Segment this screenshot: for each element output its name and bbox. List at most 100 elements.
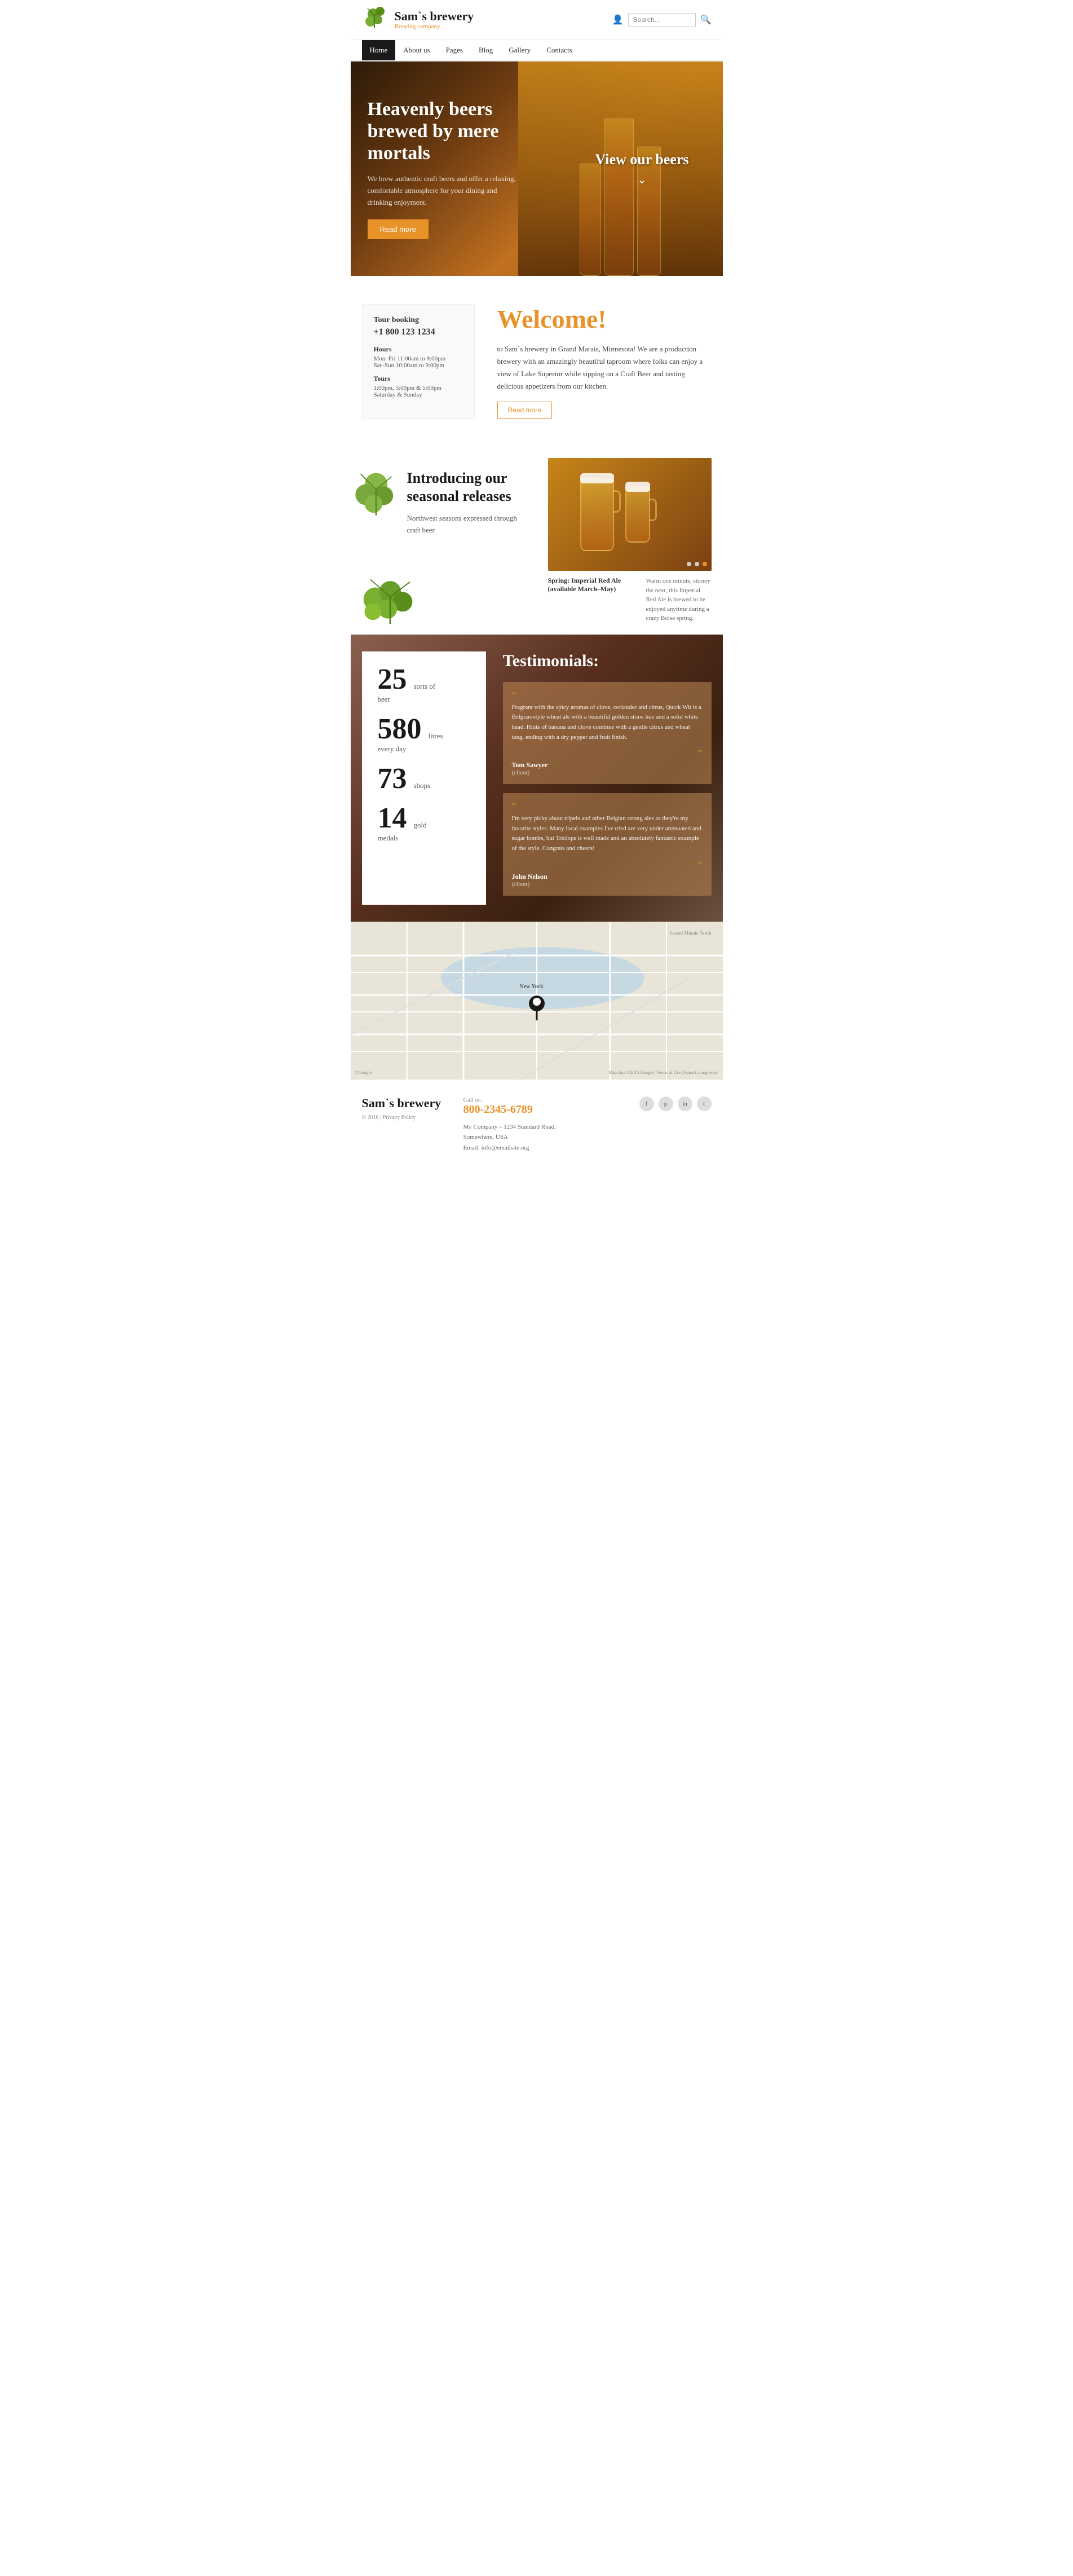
view-beers-cta[interactable]: View our beers ⌄ (595, 151, 688, 187)
stat-row-medals: 14 goldmedals (378, 804, 470, 843)
seasonal-carousel: Spring: Imperial Red Ale (available Marc… (548, 458, 712, 623)
testimonial-text-1: Fragrant with the spicy aromas of clove,… (512, 703, 703, 742)
footer-logo-name: Sam`s brewery (362, 1097, 452, 1110)
testimonial-role-1: (client) (512, 769, 703, 776)
nav-pages[interactable]: Pages (438, 40, 471, 60)
footer-email: Email: info@emailsite.org (463, 1144, 529, 1151)
map-new-york-label: New York (520, 984, 544, 990)
testimonial-role-2: (client) (512, 881, 703, 888)
carousel-dot-1[interactable] (687, 562, 691, 566)
nav-contacts[interactable]: Contacts (538, 40, 580, 60)
header: Sam`s brewery Brewing company 👤 🔍 (351, 0, 723, 40)
nav-blog[interactable]: Blog (471, 40, 501, 60)
stat-number-medals: 14 (378, 802, 407, 834)
logo-name: Sam`s brewery (395, 10, 474, 23)
stats-box: 25 sorts ofbeer 580 litresevery day 73 s… (362, 651, 486, 905)
beer-mug-large (580, 478, 614, 551)
testimonial-author-2: John Nelson (512, 873, 703, 881)
main-nav: Home About us Pages Blog Gallery Contact… (351, 40, 723, 61)
hours-label: Hours (374, 345, 463, 354)
hero-content: Heavenly beers brewed by mere mortals We… (351, 76, 537, 262)
map-section: Map Satellite (351, 922, 723, 1080)
welcome-read-more-button[interactable]: Read more (497, 402, 552, 419)
quote-open-2: " (512, 801, 703, 814)
nav-gallery[interactable]: Gallery (501, 40, 538, 60)
stat-label-shops: shops (414, 781, 431, 790)
footer-phone: 800-2345-6789 (463, 1103, 628, 1116)
view-beers-arrow: ⌄ (595, 173, 688, 187)
logo-text: Sam`s brewery Brewing company (395, 10, 474, 30)
hops-logo-icon (362, 6, 390, 34)
user-icon[interactable]: 👤 (612, 14, 624, 25)
beer-mug-visual (548, 458, 682, 571)
social-twitter-icon[interactable]: t (697, 1097, 712, 1111)
tour-phone: +1 800 123 1234 (374, 327, 463, 337)
footer: Sam`s brewery © 2016 | Privacy Policy Ca… (351, 1080, 723, 1170)
footer-social: f p in t (639, 1097, 712, 1111)
hero-title: Heavenly beers brewed by mere mortals (368, 98, 520, 164)
hero-read-more-button[interactable]: Read more (368, 219, 429, 239)
footer-address: My Company – 1234 Standard Road, Somewhe… (463, 1122, 628, 1153)
tours-label: Tours (374, 375, 463, 383)
carousel-dot-3[interactable] (703, 562, 707, 566)
nav-home[interactable]: Home (362, 40, 396, 60)
carousel-dots (682, 557, 712, 571)
map-attribution: Map data ©2015 Google | Terms of Use | R… (608, 1070, 718, 1075)
carousel-dot-2[interactable] (695, 562, 699, 566)
stat-row-beer: 25 sorts ofbeer (378, 665, 470, 704)
welcome-section: Tour booking +1 800 123 1234 Hours Mon–F… (351, 276, 723, 447)
map-scale: ©Google (355, 1070, 372, 1075)
seasonal-image (548, 458, 712, 571)
header-right: 👤 🔍 (474, 13, 711, 27)
logo-sub: Brewing company (395, 23, 474, 30)
logo-area: Sam`s brewery Brewing company (362, 6, 474, 34)
stat-number-shops: 73 (378, 763, 407, 795)
mug-foam-small (625, 482, 650, 492)
hours-weekend: Sat–Sun 10:00am to 9:00pm (374, 362, 463, 369)
testimonial-card-1: " Fragrant with the spicy aromas of clov… (503, 682, 712, 784)
testimonial-text-2: I'm very picky about tripels and other B… (512, 814, 703, 853)
testimonial-card-2: " I'm very picky about tripels and other… (503, 793, 712, 895)
footer-logo-area: Sam`s brewery © 2016 | Privacy Policy (362, 1097, 452, 1121)
testimonials-title: Testimonials: (503, 651, 712, 671)
welcome-content: Welcome! to Sam`s brewery in Grand Marai… (475, 304, 712, 419)
map-background: Map Satellite (351, 922, 723, 1080)
social-pinterest-icon[interactable]: p (659, 1097, 673, 1111)
mug-foam (580, 473, 614, 483)
quote-open-1: " (512, 690, 703, 703)
search-input[interactable] (628, 13, 696, 27)
map-roads-svg (351, 922, 723, 1080)
seasonal-caption: Spring: Imperial Red Ale (available Marc… (548, 576, 712, 623)
stat-number-litres: 580 (378, 713, 422, 745)
tour-booking-title: Tour booking (374, 316, 463, 325)
beer-glass-tall (604, 118, 634, 276)
mug-handle-small (649, 499, 657, 521)
seasonal-title: Introducing our seasonal releases (407, 469, 531, 504)
social-linkedin-icon[interactable]: in (678, 1097, 692, 1111)
hero-description: We brew authentic craft beers and offer … (368, 173, 520, 208)
stat-row-shops: 73 shops (378, 764, 470, 794)
map-label-top: Grand Marais North (670, 930, 712, 936)
search-icon[interactable]: 🔍 (700, 14, 712, 25)
hero-section: Heavenly beers brewed by mere mortals We… (351, 61, 723, 276)
quote-close-1: " (512, 748, 703, 761)
testimonials-content: Testimonials: " Fragrant with the spicy … (497, 635, 723, 922)
footer-call-label: Call us: (463, 1097, 628, 1103)
tour-booking-box: Tour booking +1 800 123 1234 Hours Mon–F… (362, 304, 475, 419)
testimonials-section: 25 sorts ofbeer 580 litresevery day 73 s… (351, 635, 723, 922)
hops-decoration-top (351, 464, 407, 526)
quote-close-2: " (512, 860, 703, 873)
beer-mug-small (625, 486, 650, 543)
welcome-text: to Sam`s brewery in Grand Marais, Minnes… (497, 343, 712, 393)
nav-about[interactable]: About us (395, 40, 438, 60)
hops-decoration-bottom (351, 570, 430, 629)
seasonal-description: Northwest seasons expressed through craf… (407, 513, 531, 536)
caption-description: Warm one minute, stormy the next, this I… (646, 576, 712, 623)
social-facebook-icon[interactable]: f (639, 1097, 654, 1111)
welcome-title: Welcome! (497, 304, 712, 334)
tours-times: 1:00pm, 3:00pm & 5:00pm (374, 385, 463, 391)
caption-title: Spring: Imperial Red Ale (available Marc… (548, 576, 638, 623)
hours-weekday: Mon–Fri 11:00am to 9:00pm (374, 355, 463, 362)
footer-copyright: © 2016 | Privacy Policy (362, 1115, 452, 1121)
seasonal-section: Introducing our seasonal releases Northw… (351, 447, 723, 635)
